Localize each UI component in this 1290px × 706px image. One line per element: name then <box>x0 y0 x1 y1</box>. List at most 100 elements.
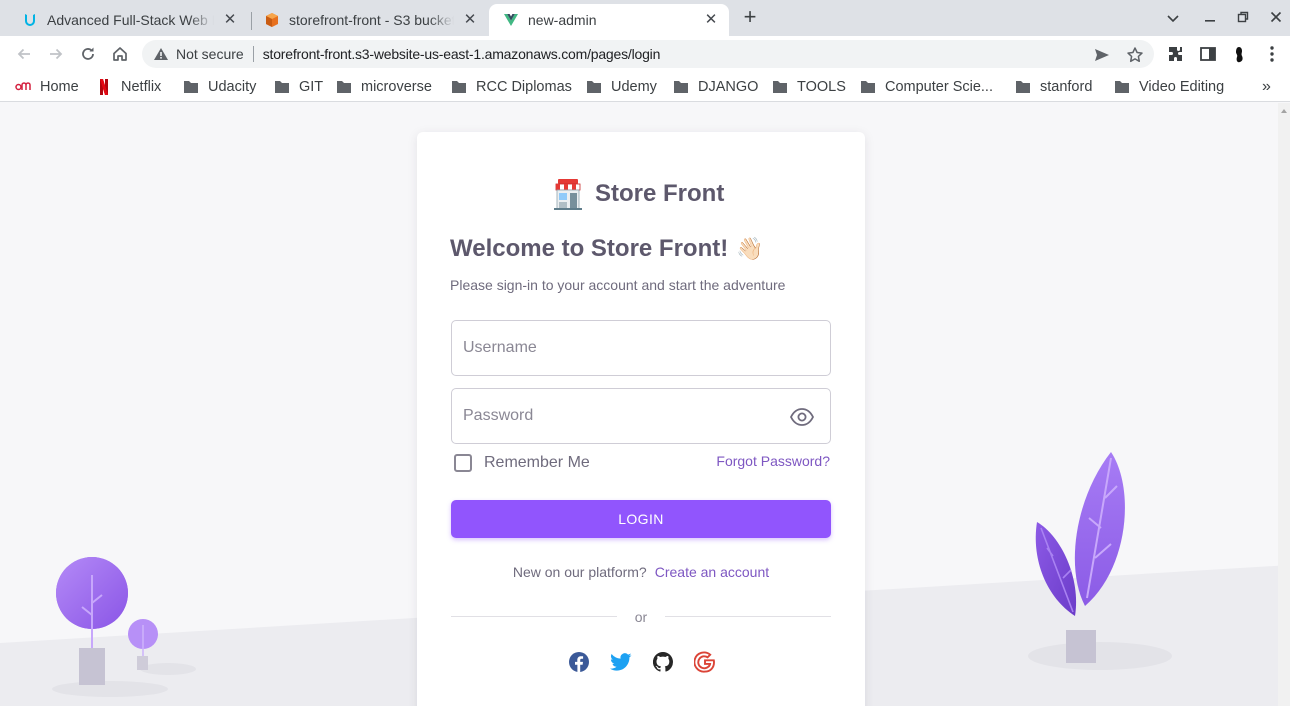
tab-search-icon[interactable] <box>1163 8 1183 28</box>
bookmark-git[interactable]: GIT <box>274 77 323 97</box>
security-label[interactable]: Not secure <box>176 46 244 62</box>
login-button[interactable]: LOGIN <box>451 500 831 538</box>
bookmarks-overflow-button[interactable]: » <box>1262 78 1271 96</box>
facebook-icon[interactable] <box>567 650 591 674</box>
side-panel-icon[interactable] <box>1198 44 1218 64</box>
welcome-heading: Welcome to Store Front! 👋🏻 <box>450 235 764 263</box>
close-tab-icon[interactable]: ✕ <box>222 12 238 28</box>
twitter-icon[interactable] <box>609 650 633 674</box>
store-logo-icon <box>554 179 582 210</box>
send-tab-icon[interactable] <box>1093 46 1111 64</box>
folder-icon <box>336 79 352 95</box>
minimize-icon[interactable] <box>1200 8 1220 28</box>
reload-icon[interactable] <box>76 42 100 66</box>
profile-avatar[interactable] <box>1230 44 1250 64</box>
odoo-icon <box>15 79 31 95</box>
create-account-link[interactable]: Create an account <box>655 564 769 580</box>
extensions-icon[interactable] <box>1166 44 1186 64</box>
browser-menu-icon[interactable] <box>1262 44 1282 64</box>
new-tab-button[interactable]: + <box>738 6 762 30</box>
scroll-up-icon[interactable] <box>1281 109 1287 113</box>
remember-me-checkbox[interactable] <box>454 454 472 472</box>
bookmark-label: microverse <box>361 79 432 95</box>
address-divider <box>252 46 254 62</box>
warning-icon[interactable] <box>153 46 169 62</box>
bookmark-label: Home <box>40 79 79 95</box>
password-input[interactable] <box>452 389 830 443</box>
divider-or: or <box>617 609 665 625</box>
netflix-icon <box>96 79 112 95</box>
bookmark-label: Video Editing <box>1139 79 1225 95</box>
browser-toolbar: Not secure storefront-front.s3-website-u… <box>0 36 1290 72</box>
bookmark-netflix[interactable]: Netflix <box>96 77 161 97</box>
remember-me-label[interactable]: Remember Me <box>484 454 590 472</box>
bookmark-star-icon[interactable] <box>1126 46 1144 64</box>
vue-icon <box>503 12 519 28</box>
bookmark-home[interactable]: Home <box>15 77 79 97</box>
close-tab-icon[interactable]: ✕ <box>462 12 478 28</box>
tab-udacity[interactable]: Advanced Full-Stack Web Development ✕ <box>8 4 248 36</box>
welcome-text: Welcome to Store Front! <box>450 235 729 262</box>
remember-me[interactable]: Remember Me <box>454 454 590 472</box>
bookmark-tools[interactable]: TOOLS <box>772 77 846 97</box>
udacity-icon <box>22 12 38 28</box>
signup-prompt: New on our platform? Create an account <box>417 564 865 580</box>
browser-tab-bar: Advanced Full-Stack Web Development ✕ st… <box>0 0 1290 36</box>
tab-title: Advanced Full-Stack Web Development <box>47 12 214 28</box>
folder-icon <box>1114 79 1130 95</box>
social-login <box>567 650 717 674</box>
welcome-subtitle: Please sign-in to your account and start… <box>450 277 786 293</box>
address-bar[interactable]: Not secure storefront-front.s3-website-u… <box>142 40 1154 68</box>
bookmark-django[interactable]: DJANGO <box>673 77 758 97</box>
forward-icon[interactable] <box>44 42 68 66</box>
bookmark-label: stanford <box>1040 79 1093 95</box>
bookmark-label: RCC Diplomas <box>476 79 572 95</box>
username-input[interactable] <box>452 321 830 375</box>
tab-s3-bucket[interactable]: storefront-front - S3 bucket ✕ <box>250 4 488 36</box>
page-scrollbar[interactable] <box>1278 103 1290 706</box>
tab-title: storefront-front - S3 bucket <box>289 12 454 28</box>
bookmark-label: DJANGO <box>698 79 759 95</box>
bookmark-computer-science[interactable]: Computer Scie... <box>860 77 993 97</box>
folder-icon <box>1015 79 1031 95</box>
login-page: Store Front Welcome to Store Front! 👋🏻 P… <box>0 103 1290 706</box>
login-card: Store Front Welcome to Store Front! 👋🏻 P… <box>417 132 865 706</box>
bookmark-udemy[interactable]: Udemy <box>586 77 657 97</box>
tree-illustration-left <box>56 557 158 685</box>
bookmark-rcc-diplomas[interactable]: RCC Diplomas <box>451 77 572 97</box>
google-icon[interactable] <box>693 650 717 674</box>
bookmark-video-editing[interactable]: Video Editing <box>1114 77 1224 97</box>
folder-icon <box>183 79 199 95</box>
bookmark-label: TOOLS <box>797 79 846 95</box>
bookmark-label: Computer Scie... <box>885 79 993 95</box>
plant-illustration-right <box>1035 452 1125 663</box>
folder-icon <box>772 79 788 95</box>
aws-s3-icon <box>264 12 280 28</box>
bookmark-label: GIT <box>299 79 324 95</box>
home-icon[interactable] <box>108 42 132 66</box>
bookmark-label: Udacity <box>208 79 257 95</box>
close-tab-icon[interactable]: ✕ <box>703 12 719 28</box>
back-icon[interactable] <box>12 42 36 66</box>
folder-icon <box>451 79 467 95</box>
close-window-icon[interactable] <box>1266 8 1286 28</box>
folder-icon <box>860 79 876 95</box>
bookmark-udacity[interactable]: Udacity <box>183 77 256 97</box>
username-field[interactable] <box>451 320 831 376</box>
url-text[interactable]: storefront-front.s3-website-us-east-1.am… <box>263 46 661 62</box>
folder-icon <box>274 79 290 95</box>
bookmarks-bar: Home Netflix Udacity GIT microverse RCC … <box>0 72 1290 102</box>
show-password-icon[interactable] <box>790 406 814 428</box>
bookmark-stanford[interactable]: stanford <box>1015 77 1092 97</box>
bookmark-label: Udemy <box>611 79 657 95</box>
forgot-password-link[interactable]: Forgot Password? <box>716 453 830 469</box>
restore-icon[interactable] <box>1233 8 1253 28</box>
brand: Store Front <box>553 174 724 214</box>
waving-hand-icon: 👋🏻 <box>736 236 764 261</box>
tab-title: new-admin <box>528 12 597 28</box>
bookmark-microverse[interactable]: microverse <box>336 77 432 97</box>
tab-new-admin[interactable]: new-admin ✕ <box>489 4 729 36</box>
password-field[interactable] <box>451 388 831 444</box>
signup-question: New on our platform? <box>512 564 647 580</box>
github-icon[interactable] <box>651 650 675 674</box>
